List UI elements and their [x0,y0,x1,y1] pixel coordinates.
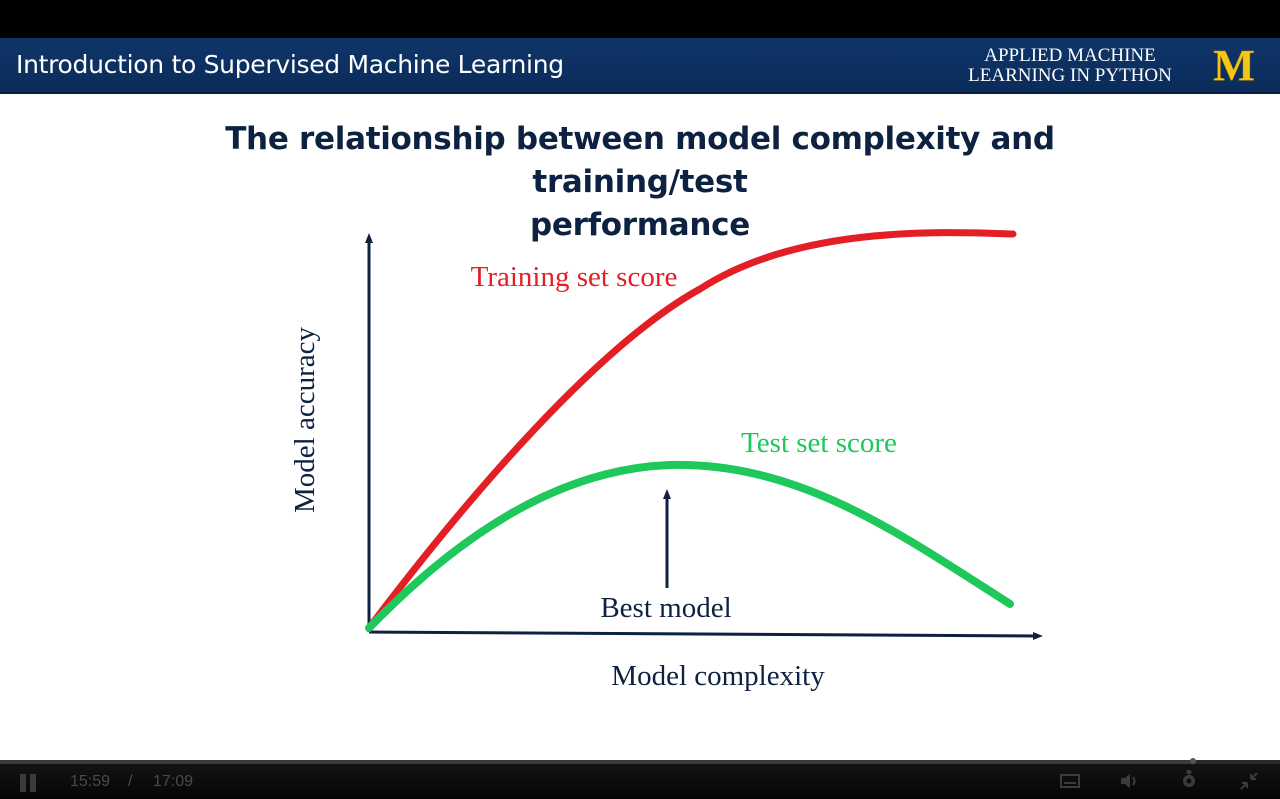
current-time: 15:59 [70,773,111,790]
brand-text: APPLIED MACHINE LEARNING IN PYTHON [960,46,1180,86]
captions-button[interactable] [1059,770,1081,792]
progress-knob[interactable] [1189,758,1196,764]
pause-button[interactable] [20,774,38,792]
training-score-label: Training set score [471,261,678,293]
complexity-diagram: Training set score Test set score Best m… [289,229,1043,692]
course-title: Introduction to Supervised Machine Learn… [16,50,564,79]
captions-icon [1060,774,1080,788]
volume-button[interactable] [1118,770,1140,792]
best-model-label: Best model [600,592,731,624]
settings-icon [1183,769,1195,787]
progress-bar[interactable] [0,758,1280,764]
settings-button[interactable] [1178,769,1200,792]
x-axis-line [368,630,1043,640]
test-score-label: Test set score [741,427,897,459]
pause-icon [20,774,26,792]
video-controls: 15:59 / 17:09 [0,758,1280,799]
volume-icon [1121,774,1136,788]
x-axis-label: Model complexity [611,660,825,692]
letterbox-top [0,0,1280,38]
brand-line-1: APPLIED MACHINE [984,45,1156,66]
university-logo-icon: M [1213,44,1255,84]
logo-letter: M [1213,44,1255,84]
y-axis-label: Model accuracy [289,327,321,513]
pause-icon-bar [30,774,36,792]
slide: The relationship between model complexit… [0,94,1280,760]
time-separator: / [128,773,133,790]
progress-fill [0,760,1193,764]
slide-header: Introduction to Supervised Machine Learn… [0,38,1280,94]
exit-fullscreen-button[interactable] [1238,770,1260,792]
brand-line-2: LEARNING IN PYTHON [968,65,1172,86]
exit-fullscreen-icon [1240,772,1258,790]
duration: 17:09 [153,773,194,790]
training-score-curve [365,229,1017,632]
